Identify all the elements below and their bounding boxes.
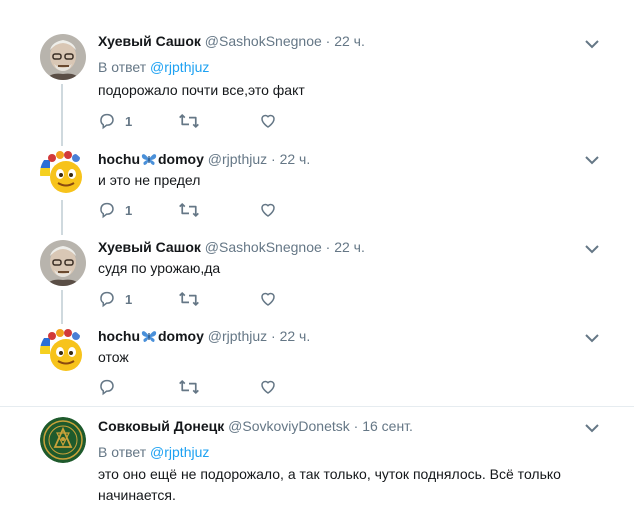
like-icon: [261, 380, 275, 394]
reply-context: В ответ @rjpthjuz: [98, 444, 209, 460]
reply-icon: [100, 202, 114, 219]
like-icon: [261, 292, 275, 306]
reply-mention[interactable]: @rjpthjuz: [150, 444, 209, 460]
timestamp[interactable]: 22 ч.: [280, 151, 311, 167]
separator-dot: ·: [271, 151, 276, 167]
reply-button[interactable]: 1: [98, 201, 132, 219]
tweet-text: и это не предел: [98, 172, 201, 188]
timestamp[interactable]: 16 сент.: [362, 418, 413, 434]
reply-context: В ответ @rjpthjuz: [98, 59, 209, 75]
author-name-part1: hochu: [98, 151, 140, 167]
retweet-button[interactable]: [178, 112, 200, 130]
like-button[interactable]: [259, 201, 277, 219]
avatar-sashok[interactable]: [40, 34, 86, 80]
chevron-down-icon[interactable]: [584, 422, 600, 434]
retweet-icon: [179, 114, 199, 128]
tweet-text: подорожало почти все,это факт: [98, 82, 305, 98]
avatar-sovkoviy-donetsk[interactable]: [40, 417, 86, 463]
separator-dot: ·: [325, 239, 331, 255]
conversation-feed: Хуевый Сашок @SashokSnegnoe · 22 ч. В от…: [0, 0, 634, 505]
author-name-part2: domoy: [158, 151, 204, 167]
tweet-text-line-2: начинается.: [98, 487, 176, 503]
tweet-text-line-1: это оно ещё не подорожало, а так только,…: [98, 466, 561, 482]
butterfly-icon: [141, 331, 157, 342]
like-button[interactable]: [259, 112, 277, 130]
author-handle[interactable]: @SashokSnegnoe: [205, 239, 322, 255]
author-handle[interactable]: @rjpthjuz: [208, 151, 267, 167]
retweet-button[interactable]: [178, 378, 200, 396]
butterfly-icon: [141, 154, 157, 165]
reply-icon: [100, 379, 114, 396]
tweet-header: hochu domoy @rjpthjuz · 22 ч.: [98, 151, 310, 167]
timestamp[interactable]: 22 ч.: [334, 239, 365, 255]
avatar-hochudomoy[interactable]: [40, 328, 86, 374]
tweet-text: судя по урожаю,да: [98, 260, 221, 276]
author-name[interactable]: Хуевый Сашок: [98, 239, 201, 255]
tweet-header: Хуевый Сашок @SashokSnegnoe · 22 ч.: [98, 33, 365, 49]
author-handle[interactable]: @SashokSnegnoe: [205, 33, 322, 49]
author-name[interactable]: hochu domoy: [98, 328, 204, 344]
tweet-text: это оно ещё не подорожало, а так только,…: [98, 464, 598, 506]
author-name-part2: domoy: [158, 328, 204, 344]
separator-dot: ·: [353, 418, 359, 434]
reply-button[interactable]: [98, 378, 125, 396]
author-name[interactable]: Хуевый Сашок: [98, 33, 201, 49]
thread-line: [61, 84, 63, 146]
reply-icon: [100, 291, 114, 308]
avatar-hochudomoy[interactable]: [40, 150, 86, 196]
reply-button[interactable]: 1: [98, 290, 132, 308]
timestamp[interactable]: 22 ч.: [280, 328, 311, 344]
reply-mention[interactable]: @rjpthjuz: [150, 59, 209, 75]
author-handle[interactable]: @rjpthjuz: [208, 328, 267, 344]
separator-dot: ·: [271, 328, 276, 344]
chevron-down-icon[interactable]: [584, 154, 600, 166]
thread-line: [61, 200, 63, 235]
thread-line: [61, 290, 63, 324]
reply-prefix: В ответ: [98, 59, 147, 75]
separator-dot: ·: [325, 33, 331, 49]
retweet-icon: [179, 203, 199, 217]
reply-icon: [100, 113, 114, 130]
author-name[interactable]: hochu domoy: [98, 151, 204, 167]
author-handle[interactable]: @SovkoviyDonetsk: [228, 418, 350, 434]
divider: [0, 406, 634, 407]
like-button[interactable]: [259, 378, 277, 396]
tweet-header: hochu domoy @rjpthjuz · 22 ч.: [98, 328, 310, 344]
chevron-down-icon[interactable]: [584, 38, 600, 50]
reply-count: 1: [125, 113, 133, 129]
author-name-part1: hochu: [98, 328, 140, 344]
author-name[interactable]: Совковый Донецк: [98, 418, 224, 434]
tweet-text: отож: [98, 349, 129, 365]
timestamp[interactable]: 22 ч.: [334, 33, 365, 49]
retweet-icon: [179, 292, 199, 306]
like-icon: [261, 203, 275, 217]
chevron-down-icon[interactable]: [584, 332, 600, 344]
avatar-sashok[interactable]: [40, 240, 86, 286]
like-button[interactable]: [259, 290, 277, 308]
chevron-down-icon[interactable]: [584, 243, 600, 255]
retweet-button[interactable]: [178, 201, 200, 219]
reply-prefix: В ответ: [98, 444, 147, 460]
retweet-icon: [179, 380, 199, 394]
reply-count: 1: [125, 202, 133, 218]
like-icon: [261, 114, 275, 128]
tweet-header: Совковый Донецк @SovkoviyDonetsk · 16 се…: [98, 418, 413, 434]
reply-count: 1: [125, 291, 133, 307]
retweet-button[interactable]: [178, 290, 200, 308]
reply-button[interactable]: 1: [98, 112, 132, 130]
tweet-header: Хуевый Сашок @SashokSnegnoe · 22 ч.: [98, 239, 365, 255]
